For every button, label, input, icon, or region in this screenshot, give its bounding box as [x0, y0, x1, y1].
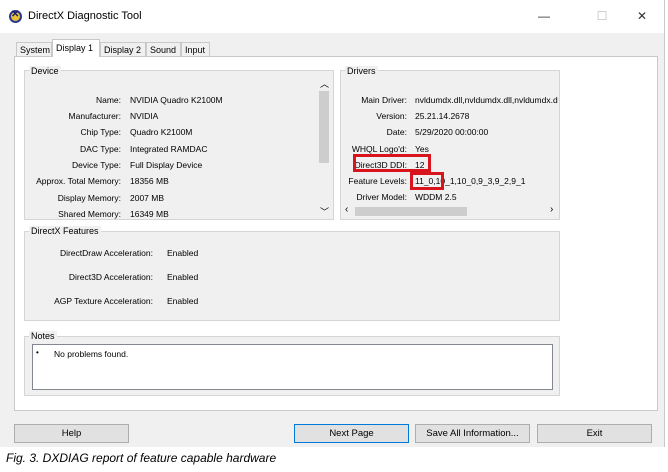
- device-label-dac-type: DAC Type:: [80, 144, 121, 154]
- tab-system[interactable]: System: [16, 42, 52, 56]
- scroll-left-icon[interactable]: ‹: [345, 204, 348, 215]
- scroll-right-icon[interactable]: ›: [550, 204, 553, 215]
- save-all-information-button[interactable]: Save All Information...: [415, 424, 530, 443]
- drivers-group-title: Drivers: [345, 66, 378, 76]
- device-value-shared-memory: 16349 MB: [130, 209, 169, 219]
- drivers-label-date: Date:: [386, 127, 407, 137]
- device-label-shared-memory: Shared Memory:: [58, 209, 121, 219]
- drivers-value-driver-model: WDDM 2.5: [415, 192, 457, 202]
- device-label-chip-type: Chip Type:: [80, 127, 121, 137]
- scroll-up-icon[interactable]: ︿: [320, 77, 329, 90]
- drivers-label-driver-model: Driver Model:: [356, 192, 407, 202]
- device-scroll-thumb[interactable]: [319, 91, 329, 163]
- minimize-button[interactable]: —: [529, 6, 559, 26]
- title-bar: DirectX Diagnostic Tool — ☐ ✕: [0, 0, 664, 33]
- directx-features-title: DirectX Features: [29, 226, 101, 236]
- device-label-manufacturer: Manufacturer:: [68, 111, 121, 121]
- exit-button[interactable]: Exit: [537, 424, 652, 443]
- drivers-scrollbar[interactable]: ‹ ›: [343, 204, 559, 218]
- drivers-value-version: 25.21.14.2678: [415, 111, 470, 121]
- feature-label-agp-texture: AGP Texture Acceleration:: [54, 296, 153, 306]
- window-title: DirectX Diagnostic Tool: [28, 10, 142, 22]
- feature-label-direct3d: Direct3D Acceleration:: [68, 272, 153, 282]
- drivers-label-version: Version:: [376, 111, 407, 121]
- device-value-manufacturer: NVIDIA: [130, 111, 159, 121]
- scroll-down-icon[interactable]: ﹀: [320, 205, 329, 218]
- device-group-title: Device: [29, 66, 61, 76]
- device-scrollbar[interactable]: ︿ ﹀: [317, 77, 331, 218]
- highlight-box-feature-level: [410, 172, 444, 190]
- tab-sound[interactable]: Sound: [146, 42, 181, 56]
- device-value-total-memory: 18356 MB: [130, 176, 169, 186]
- drivers-value-date: 5/29/2020 00:00:00: [415, 127, 489, 137]
- feature-value-direct3d: Enabled: [167, 272, 199, 282]
- device-value-name: NVIDIA Quadro K2100M: [130, 95, 223, 105]
- figure-caption: Fig. 3. DXDIAG report of feature capable…: [6, 451, 277, 465]
- drivers-label-whql: WHQL Logo'd:: [351, 144, 407, 154]
- notes-item: No problems found.: [54, 349, 129, 359]
- tab-display-1[interactable]: Display 1: [52, 39, 100, 57]
- device-label-device-type: Device Type:: [72, 160, 121, 170]
- device-label-total-memory: Approx. Total Memory:: [36, 176, 121, 186]
- highlight-box-direct3d-ddi: [353, 154, 431, 172]
- bullet-icon: •: [36, 348, 39, 357]
- feature-label-directdraw: DirectDraw Acceleration:: [59, 248, 153, 258]
- tab-input[interactable]: Input: [181, 42, 210, 56]
- feature-value-agp-texture: Enabled: [167, 296, 199, 306]
- close-button[interactable]: ✕: [627, 6, 657, 26]
- drivers-scroll-thumb[interactable]: [355, 207, 467, 216]
- drivers-value-whql: Yes: [415, 144, 429, 154]
- device-value-device-type: Full Display Device: [130, 160, 203, 170]
- device-value-dac-type: Integrated RAMDAC: [130, 144, 208, 154]
- maximize-button[interactable]: ☐: [587, 6, 617, 26]
- notes-title: Notes: [29, 331, 57, 341]
- next-page-button[interactable]: Next Page: [294, 424, 409, 443]
- drivers-label-feature-levels: Feature Levels:: [348, 176, 407, 186]
- help-button[interactable]: Help: [14, 424, 129, 443]
- device-label-name: Name:: [95, 95, 121, 105]
- device-value-display-memory: 2007 MB: [130, 193, 165, 203]
- notes-textbox[interactable]: • No problems found.: [32, 344, 553, 390]
- device-value-chip-type: Quadro K2100M: [130, 127, 193, 137]
- dxdiag-window: DirectX Diagnostic Tool — ☐ ✕ System Dis…: [0, 0, 665, 447]
- directx-icon: [9, 9, 22, 23]
- drivers-value-main-driver: nvldumdx.dll,nvldumdx.dll,nvldumdx.d: [415, 95, 558, 105]
- feature-value-directdraw: Enabled: [167, 248, 199, 258]
- drivers-label-main-driver: Main Driver:: [361, 95, 407, 105]
- tab-display-2[interactable]: Display 2: [100, 42, 146, 56]
- device-label-display-memory: Display Memory:: [57, 193, 121, 203]
